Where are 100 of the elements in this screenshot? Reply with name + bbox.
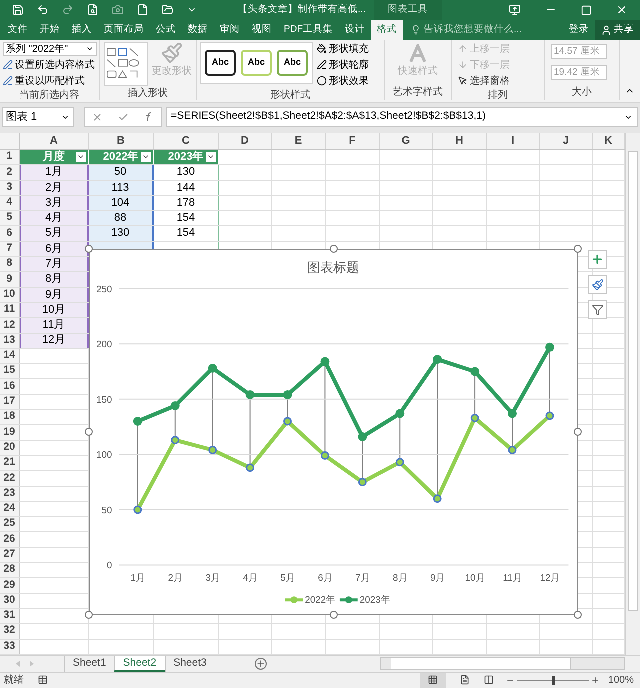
row-header[interactable]: 29 — [0, 578, 20, 593]
ribbon-button[interactable]: 形状效果 — [317, 74, 370, 88]
zoom-thumb[interactable] — [552, 676, 555, 685]
row-header[interactable]: 23 — [0, 486, 20, 501]
ribbon-button[interactable]: 重设以匹配样式 — [3, 74, 96, 88]
row-header[interactable]: 33 — [0, 640, 20, 654]
data-point[interactable] — [283, 390, 292, 400]
new-file-icon[interactable] — [137, 4, 149, 16]
data-point[interactable] — [470, 367, 480, 376]
ribbon-button[interactable]: 设置所选内容格式 — [3, 58, 96, 72]
row-header[interactable]: 19 — [0, 425, 20, 440]
row-header[interactable]: 3 — [0, 180, 20, 195]
row-header[interactable]: 9 — [0, 272, 20, 287]
data-point[interactable] — [470, 414, 480, 422]
style-gallery[interactable]: Abc Abc Abc — [200, 42, 314, 84]
column-header[interactable]: I — [487, 133, 540, 149]
data-point[interactable] — [170, 402, 180, 410]
chart-styles-button[interactable] — [588, 275, 607, 294]
data-point[interactable] — [208, 364, 218, 373]
row-header[interactable]: 16 — [0, 379, 20, 394]
ribbon-button[interactable]: 形状填充 — [317, 42, 370, 56]
data-point[interactable] — [284, 417, 292, 426]
style-sample[interactable]: Abc — [205, 50, 236, 76]
column-header[interactable]: J — [540, 133, 593, 149]
filter-button[interactable] — [206, 152, 216, 162]
row-header[interactable]: 12 — [0, 318, 20, 333]
print-preview-icon[interactable] — [87, 4, 99, 16]
data-point[interactable] — [433, 355, 442, 364]
close-icon[interactable] — [616, 4, 628, 16]
data-point[interactable] — [396, 458, 404, 467]
filter-button[interactable] — [76, 152, 86, 162]
macro-icon[interactable] — [38, 675, 48, 686]
row-header[interactable]: 32 — [0, 624, 20, 638]
name-box[interactable]: 图表 1 — [2, 107, 74, 127]
row-header[interactable]: 1 — [0, 150, 20, 164]
folder-icon[interactable] — [162, 4, 174, 16]
row-header[interactable]: 6 — [0, 226, 20, 241]
maximize-icon[interactable] — [581, 4, 592, 16]
resize-handle[interactable] — [330, 611, 338, 619]
row-header[interactable]: 5 — [0, 211, 20, 226]
style-sample[interactable]: Abc — [241, 50, 272, 76]
row-header[interactable]: 2 — [0, 165, 20, 180]
series-dropdown[interactable]: 系列 "2022年" — [3, 42, 97, 56]
data-point[interactable] — [320, 452, 330, 460]
row-header[interactable]: 15 — [0, 364, 20, 378]
ribbon-button[interactable]: 选择窗格 — [458, 74, 538, 88]
data-point[interactable] — [134, 506, 142, 514]
resize-handle[interactable] — [574, 611, 582, 619]
filter-button[interactable] — [141, 152, 151, 162]
row-header[interactable]: 10 — [0, 288, 20, 302]
resize-handle[interactable] — [85, 428, 93, 436]
ribbon-tab[interactable]: 公式 — [150, 20, 182, 40]
ribbon-tab[interactable]: 审阅 — [214, 20, 246, 40]
function-icon[interactable] — [144, 112, 154, 122]
resize-handle[interactable] — [85, 611, 93, 619]
ribbon-tab[interactable]: 插入 — [66, 20, 98, 40]
ribbon-display-icon[interactable] — [509, 4, 521, 16]
enter-icon[interactable] — [118, 112, 129, 122]
row-header[interactable]: 18 — [0, 410, 20, 424]
normal-view-icon[interactable] — [428, 675, 438, 686]
row-header[interactable]: 13 — [0, 334, 20, 348]
ribbon-tab[interactable]: 页面布局 — [98, 20, 150, 40]
column-header[interactable]: D — [219, 133, 272, 149]
column-header[interactable]: F — [326, 133, 380, 149]
data-point[interactable] — [208, 446, 218, 454]
ribbon-tab[interactable]: 格式 — [371, 20, 403, 40]
row-header[interactable]: 26 — [0, 532, 20, 547]
column-header[interactable]: B — [89, 133, 154, 149]
cancel-icon[interactable] — [92, 112, 104, 122]
save-icon[interactable] — [12, 4, 24, 16]
data-point[interactable] — [246, 464, 255, 472]
data-point[interactable] — [546, 412, 554, 420]
sheet-tab[interactable]: Sheet2 — [114, 656, 165, 672]
resize-handle[interactable] — [574, 245, 582, 253]
data-point[interactable] — [433, 494, 442, 504]
column-header[interactable]: G — [380, 133, 433, 149]
row-header[interactable]: 31 — [0, 608, 20, 624]
zoom-in-icon[interactable] — [591, 676, 600, 685]
ribbon-tab[interactable]: 数据 — [182, 20, 214, 40]
formula-field[interactable]: =SERIES(Sheet2!$B$1,Sheet2!$A$2:$A$13,Sheet2!$B$2:$B$13,1) — [166, 107, 638, 127]
chart-elements-button[interactable] — [588, 250, 607, 269]
ribbon-button[interactable]: 形状轮廓 — [317, 58, 370, 72]
row-header[interactable]: 17 — [0, 394, 20, 410]
ribbon-tab[interactable]: 文件 — [2, 20, 34, 40]
undo-icon[interactable] — [37, 4, 49, 16]
data-point[interactable] — [320, 357, 330, 366]
row-header[interactable]: 7 — [0, 242, 20, 256]
data-point[interactable] — [133, 417, 142, 426]
data-point[interactable] — [171, 436, 180, 445]
chart-filter-button[interactable] — [588, 300, 607, 319]
page-layout-icon[interactable] — [460, 675, 470, 686]
row-header[interactable]: 11 — [0, 302, 20, 318]
zoom-level[interactable]: 100% — [608, 672, 634, 688]
row-header[interactable]: 30 — [0, 594, 20, 608]
row-header[interactable]: 27 — [0, 548, 20, 562]
shapes-gallery[interactable] — [104, 42, 148, 86]
ribbon-tab[interactable]: 视图 — [246, 20, 278, 40]
data-point[interactable] — [358, 432, 368, 442]
data-point[interactable] — [396, 409, 405, 418]
ribbon-tab[interactable]: 设计 — [339, 20, 371, 40]
